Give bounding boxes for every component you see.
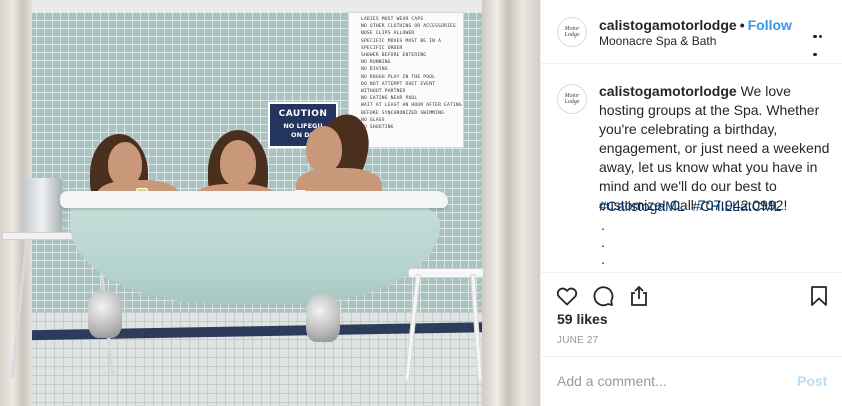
rules-sign-line: NO OTHER CLOTHING OR ACCESSORIES [361,24,456,30]
person-face [306,126,342,172]
rules-sign-line: NO GLASS [361,117,385,123]
post-photo[interactable]: LADIES MUST WEAR CAPS NO OTHER CLOTHING O… [0,0,540,406]
avatar[interactable]: Motor Lodge [557,17,587,47]
caption-dot: . [601,234,605,250]
caution-sign-title: CAUTION [278,109,328,119]
comment-bar: Post [541,356,842,406]
follow-button[interactable]: Follow [748,17,792,33]
rules-sign-line: NO RUNNING [361,60,391,66]
hashtag-link[interactable]: #CHILLatCML [693,198,782,214]
header-username-row: calistogamotorlodge • Follow [599,17,792,33]
rules-sign-line: SPECIFIC MOVES MUST BE IN A [361,38,442,44]
header-username-link[interactable]: calistogamotorlodge [599,17,737,33]
tub-claw-foot [88,290,122,338]
likes-count[interactable]: 59 likes [557,311,608,327]
rules-sign-line: BEFORE SYNCHRONIZED SWIMMING [361,110,445,116]
tub-claw-foot [306,294,340,342]
post-date[interactable]: JUNE 27 [557,335,598,346]
right-curtain [482,0,540,406]
avatar-logo-text: Motor Lodge [564,26,580,38]
caption-avatar-logo-text: Motor Lodge [564,93,580,105]
action-bar [541,272,842,316]
rules-sign-line: DO NOT ATTEMPT DUET EVENT [361,81,436,87]
separator-dot: • [739,17,745,33]
comment-icon[interactable] [591,284,615,308]
caption-body: We love hosting groups at the Spa. Wheth… [599,83,830,213]
share-icon[interactable] [627,284,651,308]
heart-icon[interactable] [555,284,579,308]
rules-sign-line: NO EATING NEAR POOL [361,96,418,102]
rules-sign-line: NO SHOOTING [361,125,394,131]
post-comment-button[interactable]: Post [797,373,827,389]
rules-sign-line: LADIES MUST WEAR CAPS [361,17,424,22]
rules-sign-line: NO DIVING [361,67,388,73]
rules-sign-line: SHOWER BEFORE ENTERING [361,53,427,59]
ice-bucket [22,178,62,234]
rules-sign-line: SPECIFIC ORDER [361,45,403,51]
location-link[interactable]: Moonacre Spa & Bath [599,34,716,48]
person-face [220,140,256,186]
comment-input[interactable] [557,371,777,391]
hashtag-link[interactable]: #CalistogaML [599,198,685,214]
rules-sign-line: NOSE CLIPS ALLOWED [361,31,415,37]
bathtub-rim [60,191,448,208]
rules-sign-line: WAIT AT LEAST AN HOUR AFTER EATING [361,103,462,109]
bookmark-icon[interactable] [807,284,831,308]
hashtag-row: #CalistogaML #CHILLatCML [599,198,785,214]
post-header: Motor Lodge calistogamotorlodge • Follow M… [541,0,842,64]
caption-text: calistogamotorlodge We love hosting grou… [599,82,835,215]
more-options-icon[interactable] [813,25,829,56]
caption-dot: . [601,217,605,233]
caption-username-link[interactable]: calistogamotorlodge [599,83,737,99]
caption-dot: . [601,251,605,267]
rules-sign-line: WITHOUT PARTNER [361,89,406,95]
caption-avatar[interactable]: Motor Lodge [557,84,587,114]
post-sidebar: Motor Lodge calistogamotorlodge • Follow M… [540,0,842,406]
rules-sign-line: NO ROUGH PLAY IN THE POOL [361,74,436,80]
